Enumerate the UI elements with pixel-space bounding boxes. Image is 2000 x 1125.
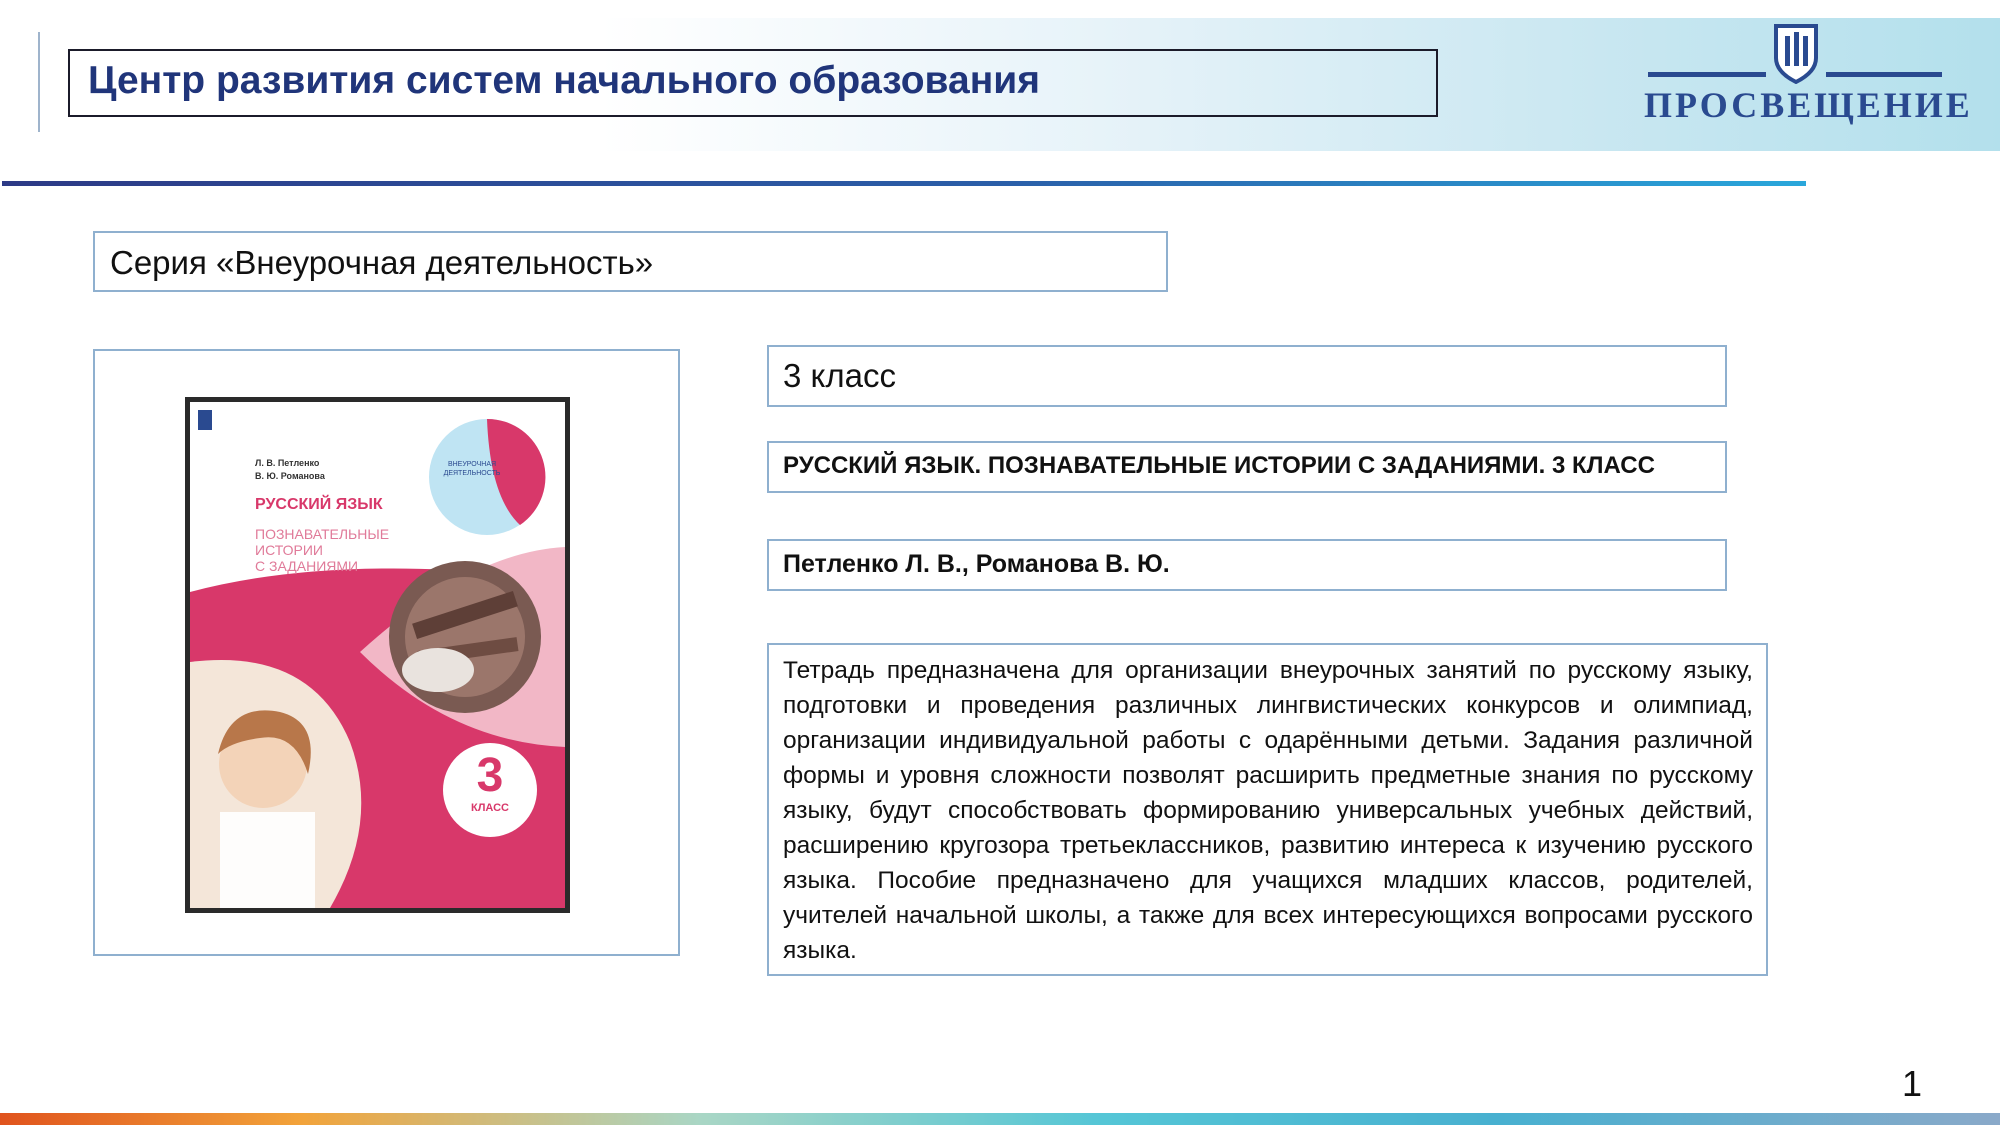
description-box: Тетрадь предназначена для организации вн… — [767, 643, 1768, 976]
cover-grade-word: класс — [471, 802, 509, 814]
book-authors: Петленко Л. В., Романова В. Ю. — [783, 550, 1170, 578]
book-title: РУССКИЙ ЯЗЫК. ПОЗНАВАТЕЛЬНЫЕ ИСТОРИИ С З… — [783, 452, 1655, 479]
cover-badge-2: ДЕЯТЕЛЬНОСТЬ — [443, 470, 501, 477]
cover-author-2: В. Ю. Романова — [255, 471, 325, 481]
cover-artwork — [190, 402, 565, 908]
prosveshchenie-logo: ПРОСВЕЩЕНИЕ — [1640, 22, 1970, 128]
logo-right-line — [1826, 72, 1942, 77]
header-title-box: Центр развития систем начального образов… — [68, 49, 1438, 117]
cover-subject: РУССКИЙ ЯЗЫК — [255, 496, 383, 513]
page-number: 1 — [1902, 1063, 1923, 1104]
book-title-box: РУССКИЙ ЯЗЫК. ПОЗНАВАТЕЛЬНЫЕ ИСТОРИИ С З… — [767, 441, 1727, 493]
cover-subtitle-2: ИСТОРИИ — [255, 542, 323, 558]
header-divider — [2, 181, 1806, 186]
book-description: Тетрадь предназначена для организации вн… — [783, 657, 1753, 964]
series-label: Серия «Внеурочная деятельность» — [110, 244, 654, 281]
series-box: Серия «Внеурочная деятельность» — [93, 231, 1168, 292]
cover-subtitle-1: ПОЗНАВАТЕЛЬНЫЕ — [255, 526, 390, 542]
header-left-rule — [38, 32, 40, 132]
cover-subtitle-3: С ЗАДАНИЯМИ — [255, 558, 359, 574]
logo-emblem-icon — [1774, 24, 1818, 84]
book-cover-image: Л. В. Петленко В. Ю. Романова РУССКИЙ ЯЗ… — [185, 397, 570, 913]
grade-box: 3 класс — [767, 345, 1727, 407]
grade-label: 3 класс — [783, 357, 896, 394]
logo-text: ПРОСВЕЩЕНИЕ — [1644, 85, 1973, 125]
bottom-color-band — [0, 1113, 2000, 1125]
cover-badge: ВНЕУРОЧНАЯ ДЕЯТЕЛЬНОСТЬ — [440, 460, 504, 478]
page-title: Центр развития систем начального образов… — [88, 59, 1040, 102]
authors-box: Петленко Л. В., Романова В. Ю. — [767, 539, 1727, 591]
logo-left-line — [1648, 72, 1766, 77]
cover-subtitle: ПОЗНАВАТЕЛЬНЫЕ ИСТОРИИ С ЗАДАНИЯМИ — [255, 526, 389, 574]
cover-grade-number: 3 — [476, 749, 504, 802]
cover-badge-1: ВНЕУРОЧНАЯ — [447, 461, 497, 468]
cover-author-1: Л. В. Петленко — [255, 458, 320, 468]
cover-authors: Л. В. Петленко В. Ю. Романова — [255, 457, 325, 483]
